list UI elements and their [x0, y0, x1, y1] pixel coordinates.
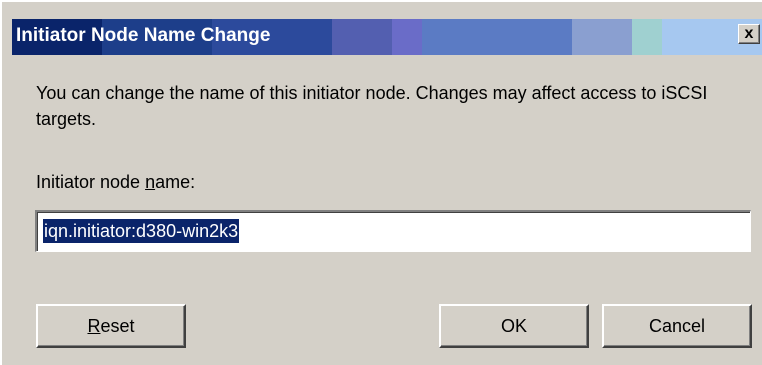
node-name-label-mnemonic: n — [145, 172, 156, 192]
description-text: You can change the name of this initiato… — [36, 83, 708, 129]
title-bar[interactable]: Initiator Node Name Change x — [12, 19, 762, 55]
close-icon: x — [744, 25, 754, 42]
reset-label: eset — [100, 316, 135, 336]
initiator-node-name-change-dialog: Initiator Node Name Change x You can cha… — [0, 0, 762, 365]
node-name-input[interactable]: iqn.initiator:d380-win2k3 — [35, 210, 751, 252]
cancel-button[interactable]: Cancel — [602, 304, 752, 348]
window-title: Initiator Node Name Change — [16, 25, 271, 46]
node-name-label-prefix: Initiator node — [36, 172, 146, 192]
node-name-label: Initiator node name: — [36, 172, 195, 193]
ok-button[interactable]: OK — [439, 304, 589, 348]
close-button[interactable]: x — [738, 24, 760, 44]
node-name-value[interactable]: iqn.initiator:d380-win2k3 — [41, 218, 241, 244]
node-name-label-suffix: ame: — [155, 172, 196, 192]
reset-button[interactable]: Reset — [36, 304, 186, 348]
reset-mnemonic: R — [87, 316, 101, 336]
